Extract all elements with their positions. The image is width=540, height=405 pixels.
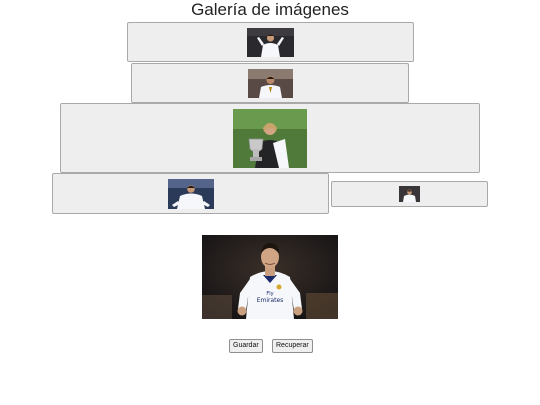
gallery-image-4[interactable] bbox=[167, 178, 214, 209]
restore-button[interactable]: Recuperar bbox=[272, 339, 313, 353]
gallery-drop-zone-4[interactable] bbox=[52, 173, 329, 214]
gallery-drop-zone-1[interactable] bbox=[127, 22, 414, 62]
gallery-image-2[interactable] bbox=[247, 68, 293, 98]
gallery-image-1[interactable] bbox=[247, 27, 294, 57]
save-button[interactable]: Guardar bbox=[229, 339, 263, 353]
page-title: Galería de imágenes bbox=[191, 0, 349, 19]
gallery-drop-zone-2[interactable] bbox=[131, 63, 409, 103]
gallery-image-5[interactable] bbox=[399, 186, 420, 202]
gallery-drop-zone-3[interactable] bbox=[60, 103, 480, 173]
preview-image: Fly Emirates bbox=[202, 235, 338, 319]
svg-text:Emirates: Emirates bbox=[257, 297, 284, 304]
gallery-drop-zone-5[interactable] bbox=[331, 181, 488, 207]
gallery-image-3[interactable] bbox=[233, 108, 307, 168]
